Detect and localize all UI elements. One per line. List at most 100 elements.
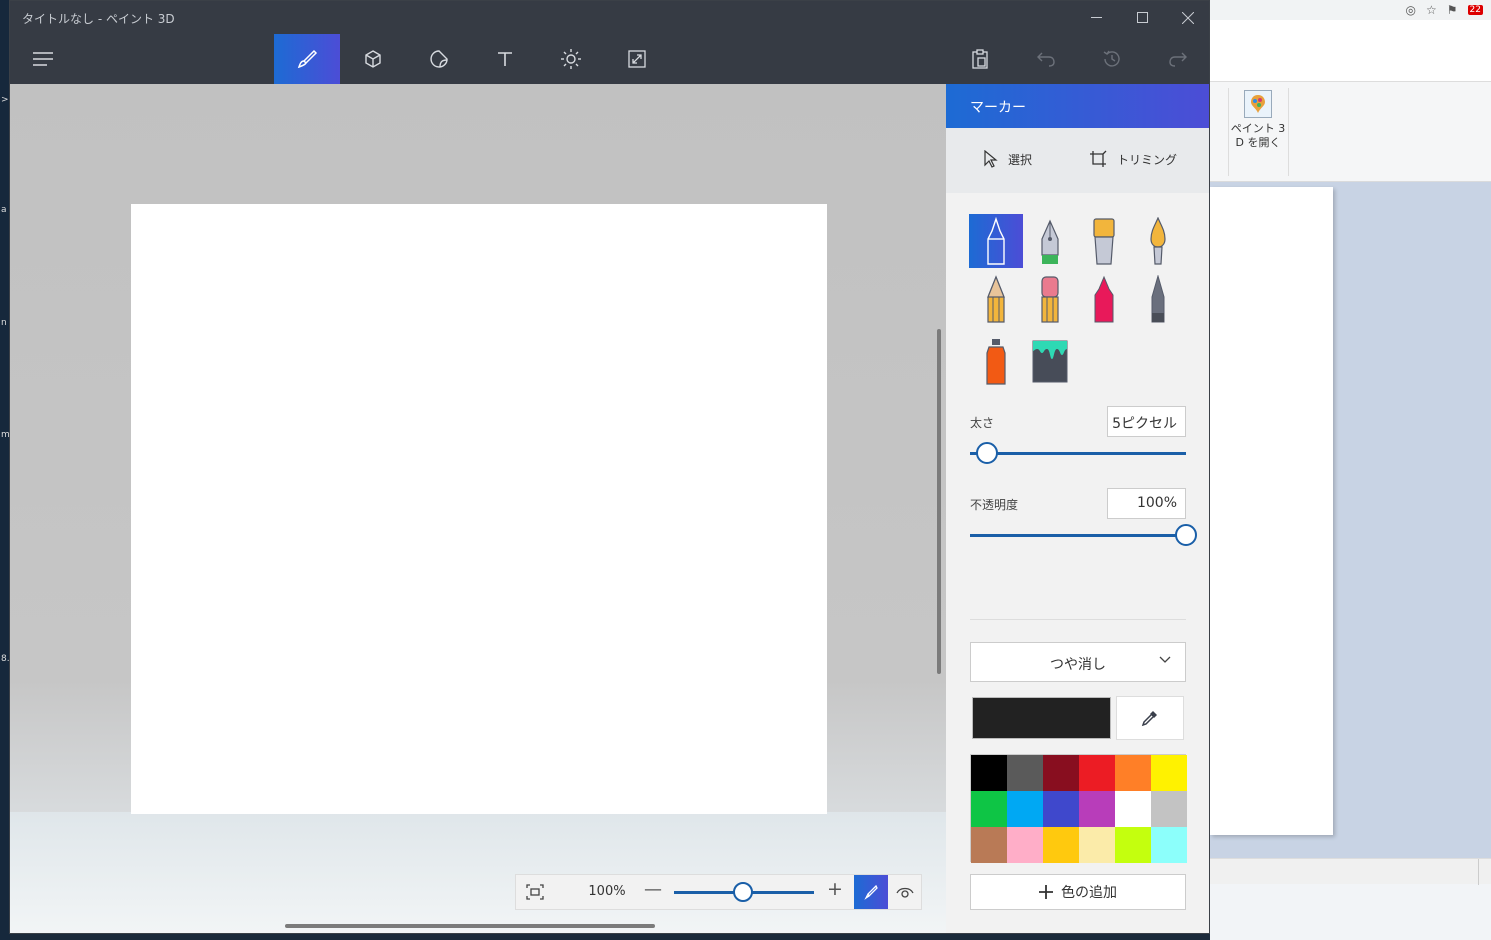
select-button[interactable]: 選択 [984, 150, 1032, 168]
color-swatch[interactable] [1115, 755, 1151, 791]
background-bookmarks [1210, 20, 1491, 34]
draw-mode-button[interactable] [854, 875, 888, 909]
color-swatch[interactable] [1151, 755, 1187, 791]
crayon-icon [1094, 275, 1114, 323]
opacity-input[interactable]: 100% [1107, 488, 1186, 519]
zoom-in-button[interactable]: + [827, 878, 843, 900]
color-swatch[interactable] [1151, 791, 1187, 827]
tool-brushes-button[interactable] [274, 34, 340, 84]
zoom-value: 100% [588, 884, 626, 899]
color-swatch[interactable] [1043, 755, 1079, 791]
color-swatch[interactable] [1115, 791, 1151, 827]
workspace: 100% — + [10, 84, 946, 933]
background-browser-bar: ◎ ☆ ⚑ 22 [1210, 0, 1491, 20]
fit-to-window-button[interactable] [516, 875, 554, 909]
color-swatch[interactable] [1079, 755, 1115, 791]
color-swatch[interactable] [1007, 791, 1043, 827]
panel-title: マーカー [946, 84, 1209, 128]
tool-stickers-button[interactable] [406, 34, 472, 84]
open-paint3d-button[interactable]: ペイント 3 D を開く [1230, 90, 1286, 150]
color-swatch[interactable] [1007, 827, 1043, 863]
thickness-label: 太さ [970, 416, 995, 430]
text-icon [498, 52, 512, 66]
menu-button[interactable] [10, 34, 76, 84]
maximize-button[interactable] [1119, 1, 1165, 34]
sun-icon [561, 49, 581, 69]
eyedropper-icon [1141, 711, 1157, 727]
chevron-down-icon [1159, 652, 1171, 668]
brush-fill[interactable] [1023, 334, 1077, 388]
cube-icon [365, 50, 381, 68]
window-title: タイトルなし - ペイント 3D [22, 12, 175, 26]
color-swatch[interactable] [1115, 827, 1151, 863]
workspace-floor [10, 812, 946, 933]
fill-bucket-icon [1032, 340, 1068, 383]
extension-icon: ⚑ [1446, 3, 1458, 17]
redo-button[interactable] [1145, 34, 1209, 84]
eraser-icon [1041, 276, 1059, 323]
drawing-canvas[interactable] [131, 204, 827, 814]
crop-label: トリミング [1117, 152, 1178, 167]
opacity-slider[interactable] [970, 534, 1186, 537]
crop-button[interactable]: トリミング [1089, 150, 1177, 168]
thickness-slider[interactable] [970, 452, 1186, 455]
title-bar: タイトルなし - ペイント 3D [10, 1, 1209, 34]
fit-screen-icon [526, 884, 544, 900]
finish-value: つや消し [1050, 657, 1106, 673]
tool-3d-shapes-button[interactable] [340, 34, 406, 84]
opacity-slider-thumb[interactable] [1175, 524, 1197, 546]
tool-text-button[interactable] [472, 34, 538, 84]
panel-divider [970, 619, 1186, 620]
brush-marker[interactable] [969, 214, 1023, 268]
brush-calligraphy-pen[interactable] [1023, 214, 1077, 268]
paint3d-window: タイトルなし - ペイント 3D 100% — + マーカー 選択 トリミング … [9, 0, 1210, 934]
thickness-slider-thumb[interactable] [976, 442, 999, 464]
oil-brush-icon [1093, 218, 1115, 265]
brush-spray-can[interactable] [969, 334, 1023, 388]
pointer-icon [984, 150, 998, 168]
finish-dropdown[interactable]: つや消し [970, 642, 1186, 682]
pen-icon [864, 884, 878, 900]
brush-eraser[interactable] [1023, 272, 1077, 326]
tool-canvas-button[interactable] [604, 34, 670, 84]
add-color-button[interactable]: 色の追加 [970, 874, 1186, 910]
paste-button[interactable] [947, 34, 1013, 84]
hamburger-icon [33, 52, 53, 66]
zoom-slider-thumb[interactable] [733, 882, 753, 902]
color-swatch[interactable] [1007, 755, 1043, 791]
brush-crayon[interactable] [1077, 272, 1131, 326]
marker-icon [987, 217, 1005, 265]
undo-button[interactable] [1013, 34, 1079, 84]
zoom-bar: 100% — + [515, 874, 922, 910]
color-swatch[interactable] [1079, 827, 1115, 863]
tool-effects-button[interactable] [538, 34, 604, 84]
color-swatch[interactable] [971, 755, 1007, 791]
color-swatch[interactable] [971, 791, 1007, 827]
zoom-out-button[interactable]: — [644, 879, 662, 900]
history-button[interactable] [1079, 34, 1145, 84]
background-workspace [1210, 182, 1491, 858]
view-3d-button[interactable] [888, 875, 922, 909]
current-color-swatch[interactable] [972, 697, 1111, 739]
background-ribbon: ペイント 3 D を開く [1210, 82, 1491, 182]
color-swatch[interactable] [1079, 791, 1115, 827]
color-swatch[interactable] [1043, 791, 1079, 827]
color-swatch[interactable] [1043, 827, 1079, 863]
thickness-input[interactable]: 5ピクセル [1107, 406, 1186, 437]
brush-watercolor[interactable] [1131, 214, 1185, 268]
ribbon-divider [1288, 88, 1289, 176]
ribbon-divider [1228, 88, 1229, 176]
vertical-scrollbar[interactable] [937, 329, 941, 674]
undo-icon [1037, 52, 1055, 67]
minimize-button[interactable] [1073, 1, 1119, 34]
brush-pencil[interactable] [969, 272, 1023, 326]
eyedropper-button[interactable] [1116, 696, 1184, 740]
horizontal-scrollbar[interactable] [285, 924, 655, 928]
close-button[interactable] [1165, 1, 1209, 34]
brush-oil[interactable] [1077, 214, 1131, 268]
add-color-label: 色の追加 [1061, 885, 1117, 901]
pixel-pen-icon [1151, 275, 1165, 323]
color-swatch[interactable] [1151, 827, 1187, 863]
color-swatch[interactable] [971, 827, 1007, 863]
brush-pixel-pen[interactable] [1131, 272, 1185, 326]
